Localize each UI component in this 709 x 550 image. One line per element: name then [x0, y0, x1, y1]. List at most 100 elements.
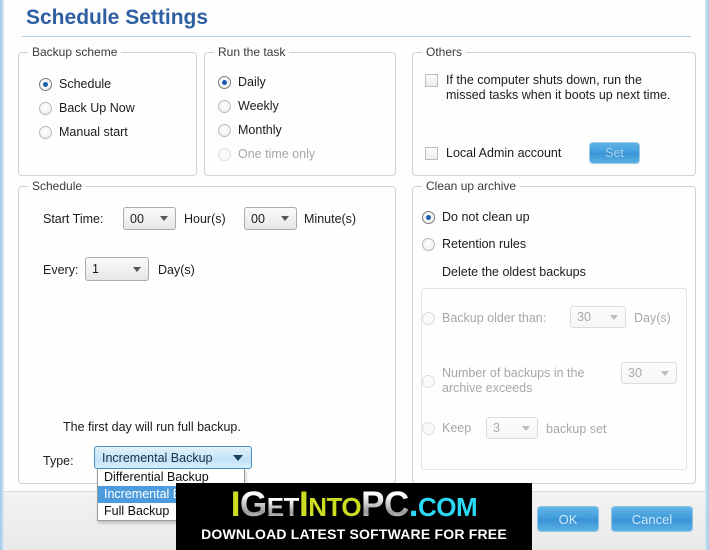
- radio-retention-rules-label: Retention rules: [442, 237, 527, 251]
- keep-unit-label: backup set: [546, 422, 607, 436]
- chevron-down-icon: [661, 370, 669, 376]
- radio-back-up-now-label: Back Up Now: [59, 101, 135, 115]
- minute-unit-label: Minute(s): [304, 212, 357, 226]
- checkbox-run-missed-tasks-label: If the computer shuts down, run the miss…: [446, 73, 671, 102]
- watermark-part-com: COM: [418, 492, 478, 522]
- checkbox-local-admin-account-label: Local Admin account: [446, 146, 562, 160]
- backup-older-than-value: 30: [577, 310, 591, 324]
- cancel-button-label: Cancel: [631, 511, 673, 527]
- number-of-backups-select[interactable]: 30: [621, 362, 677, 384]
- watermark-part-i2: I: [299, 485, 309, 524]
- chevron-down-icon: [522, 425, 530, 431]
- every-label: Every:: [43, 263, 79, 277]
- chevron-down-icon: [233, 454, 243, 461]
- clean-up-archive-group: Clean up archive Do not clean up Retenti…: [412, 179, 696, 484]
- watermark-part-i: I: [230, 485, 241, 524]
- hour-select[interactable]: 00: [123, 207, 176, 230]
- hour-unit-label: Hour(s): [184, 212, 226, 226]
- radio-number-of-backups[interactable]: Number of backups in the archive exceeds: [422, 366, 587, 396]
- every-days-select[interactable]: 1: [85, 257, 149, 281]
- radio-dot-icon: [218, 123, 231, 137]
- cancel-button[interactable]: Cancel: [611, 506, 693, 532]
- minute-value: 00: [251, 211, 265, 226]
- keep-count-value: 3: [493, 421, 500, 435]
- watermark-part-et: ET: [266, 492, 300, 522]
- page-title: Schedule Settings: [26, 6, 209, 29]
- checkbox-icon: [425, 147, 438, 160]
- others-group: Others If the computer shuts down, run t…: [412, 45, 696, 176]
- radio-dot-icon: [218, 147, 231, 161]
- chevron-down-icon: [281, 216, 289, 221]
- watermark-part-pc: PC: [361, 485, 409, 524]
- backup-older-than-select[interactable]: 30: [570, 306, 626, 328]
- clean-up-archive-title: Clean up archive: [422, 179, 521, 193]
- radio-dot-icon: [422, 421, 435, 435]
- number-of-backups-value: 30: [628, 366, 642, 380]
- every-value: 1: [92, 262, 99, 276]
- watermark-subtitle: DOWNLOAD LATEST SOFTWARE FOR FREE: [201, 526, 507, 542]
- chevron-down-icon: [610, 314, 618, 320]
- radio-dot-icon: [422, 374, 435, 388]
- chevron-down-icon: [133, 266, 141, 272]
- watermark-part-dot: .: [408, 485, 419, 524]
- radio-dot-icon: [39, 77, 52, 91]
- radio-dot-icon: [218, 75, 231, 89]
- radio-retention-rules[interactable]: Retention rules: [422, 237, 526, 251]
- run-the-task-group: Run the task Daily Weekly Monthly One ti…: [204, 45, 396, 176]
- keep-count-select[interactable]: 3: [486, 417, 538, 439]
- radio-dot-icon: [422, 311, 435, 325]
- minute-select[interactable]: 00: [244, 207, 297, 230]
- backup-type-value: Incremental Backup: [102, 450, 213, 465]
- checkbox-icon: [425, 74, 438, 87]
- radio-monthly[interactable]: Monthly: [218, 123, 282, 137]
- radio-schedule-label: Schedule: [59, 77, 112, 91]
- chevron-down-icon: [160, 216, 168, 221]
- type-label: Type:: [43, 454, 74, 468]
- radio-do-not-clean-up[interactable]: Do not clean up: [422, 210, 530, 224]
- radio-dot-icon: [422, 210, 435, 224]
- backup-type-select[interactable]: Incremental Backup: [94, 446, 252, 469]
- checkbox-run-missed-tasks[interactable]: If the computer shuts down, run the miss…: [425, 73, 680, 103]
- checkbox-local-admin-account[interactable]: Local Admin account: [425, 146, 561, 160]
- dialog-header: Schedule Settings: [4, 0, 705, 38]
- hour-value: 00: [130, 211, 144, 226]
- radio-manual-start-label: Manual start: [59, 125, 128, 139]
- schedule-title: Schedule: [28, 179, 87, 193]
- watermark-logo-text: IGETINTOPC.COM: [176, 485, 532, 527]
- radio-schedule[interactable]: Schedule: [39, 77, 111, 91]
- radio-weekly[interactable]: Weekly: [218, 99, 279, 113]
- window-edge-right: [705, 0, 709, 550]
- radio-keep[interactable]: Keep: [422, 421, 471, 435]
- set-button[interactable]: Set: [589, 142, 640, 164]
- radio-backup-older-than-label: Backup older than:: [442, 311, 547, 325]
- others-title: Others: [422, 45, 467, 59]
- radio-one-time-only-label: One time only: [238, 147, 316, 161]
- radio-daily[interactable]: Daily: [218, 75, 266, 89]
- run-the-task-title: Run the task: [214, 45, 290, 59]
- watermark-part-g: G: [240, 485, 267, 524]
- watermark-part-nto: NTO: [308, 492, 362, 522]
- set-button-label: Set: [605, 146, 624, 160]
- watermark-overlay: IGETINTOPC.COM DOWNLOAD LATEST SOFTWARE …: [176, 483, 532, 550]
- start-time-label: Start Time:: [43, 212, 104, 226]
- radio-daily-label: Daily: [238, 75, 266, 89]
- radio-manual-start[interactable]: Manual start: [39, 125, 128, 139]
- schedule-settings-dialog: Schedule Settings Backup scheme Schedule…: [0, 0, 709, 550]
- full-backup-note: The first day will run full backup.: [63, 420, 241, 434]
- radio-one-time-only[interactable]: One time only: [218, 147, 315, 161]
- radio-back-up-now[interactable]: Back Up Now: [39, 101, 135, 115]
- dialog-content: Schedule Settings Backup scheme Schedule…: [4, 0, 705, 550]
- every-unit-label: Day(s): [158, 263, 195, 277]
- radio-dot-icon: [39, 101, 52, 115]
- radio-dot-icon: [422, 237, 435, 251]
- ok-button[interactable]: OK: [537, 506, 599, 532]
- radio-backup-older-than[interactable]: Backup older than:: [422, 311, 546, 325]
- backup-older-than-unit-label: Day(s): [634, 311, 671, 325]
- radio-keep-label: Keep: [442, 421, 472, 435]
- radio-dot-icon: [218, 99, 231, 113]
- radio-do-not-clean-up-label: Do not clean up: [442, 210, 530, 224]
- ok-button-label: OK: [558, 511, 578, 527]
- backup-scheme-group: Backup scheme Schedule Back Up Now Manua…: [18, 45, 197, 176]
- schedule-group: Schedule Start Time: 00 Hour(s) 00 Minut…: [18, 179, 396, 484]
- radio-monthly-label: Monthly: [238, 123, 282, 137]
